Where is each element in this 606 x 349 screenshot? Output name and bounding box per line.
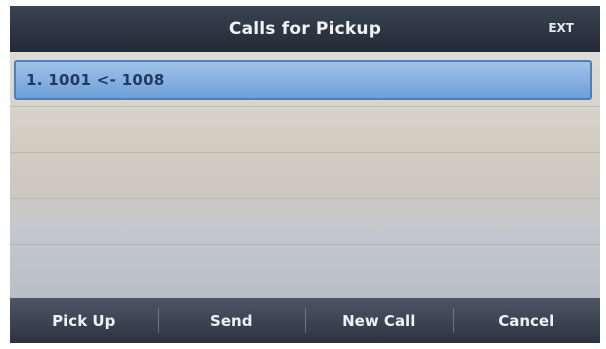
cancel-softkey[interactable]: Cancel xyxy=(452,298,601,343)
call-list: 1. 1001 <- 1008 xyxy=(10,52,600,298)
title-bar: Calls for Pickup EXT xyxy=(10,6,600,52)
send-softkey[interactable]: Send xyxy=(157,298,306,343)
screen-title: Calls for Pickup xyxy=(228,19,382,39)
status-indicator: EXT xyxy=(548,21,574,35)
row-divider xyxy=(10,198,600,199)
new-call-softkey[interactable]: New Call xyxy=(305,298,453,343)
call-list-item[interactable]: 1. 1001 <- 1008 xyxy=(14,60,592,100)
softkey-bar: Pick Up Send New Call Cancel xyxy=(10,298,600,343)
pick-up-softkey[interactable]: Pick Up xyxy=(10,298,158,343)
call-list-item-label: 1. 1001 <- 1008 xyxy=(26,71,165,89)
phone-screen: Calls for Pickup EXT 1. 1001 <- 1008 Pic… xyxy=(10,6,600,343)
row-divider xyxy=(10,106,600,107)
row-divider xyxy=(10,152,600,153)
phone-frame: Calls for Pickup EXT 1. 1001 <- 1008 Pic… xyxy=(0,0,606,349)
row-divider xyxy=(10,244,600,245)
